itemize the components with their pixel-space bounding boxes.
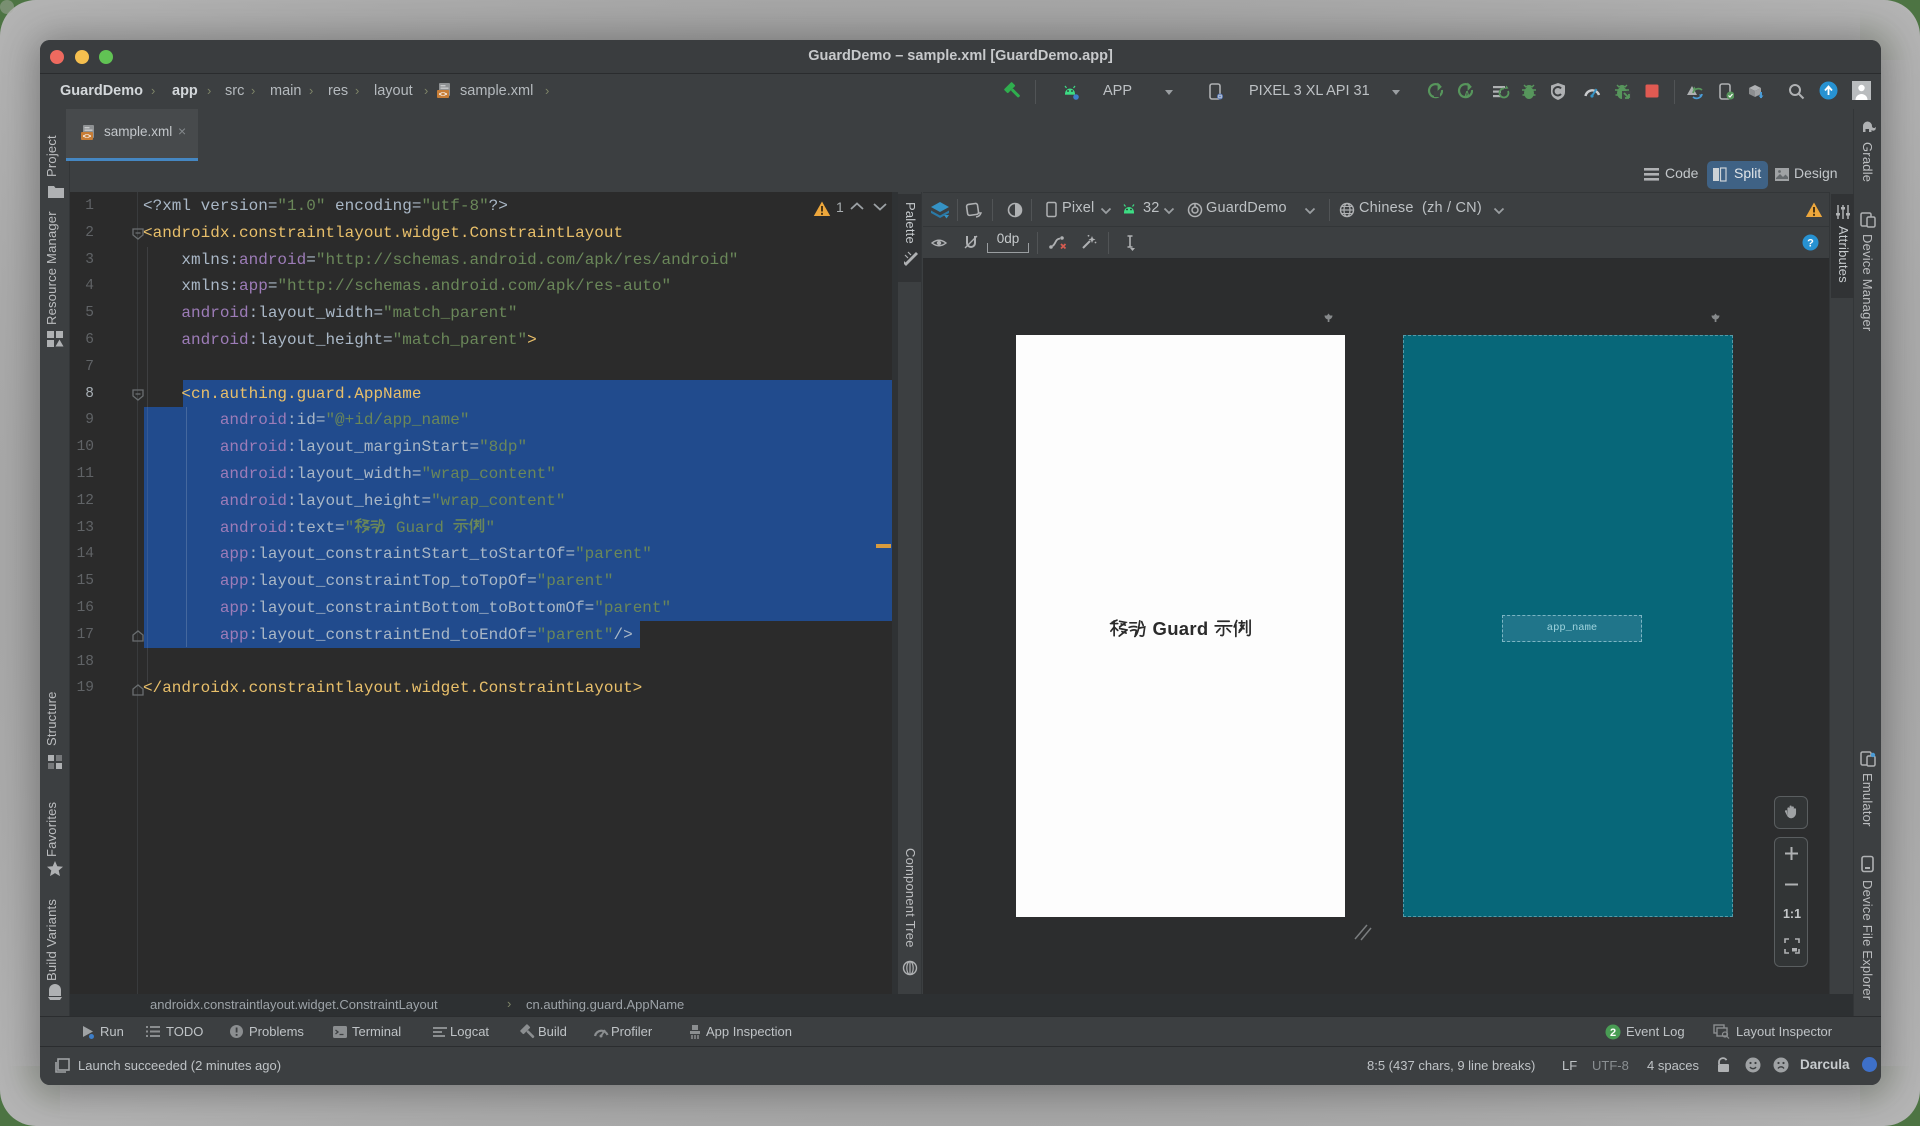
svg-text:A: A [1464, 90, 1470, 99]
svg-text:?: ? [1807, 238, 1814, 250]
svg-text:2: 2 [1610, 1027, 1616, 1039]
svg-text:<>: <> [439, 92, 447, 100]
svg-text:<>: <> [83, 134, 91, 142]
